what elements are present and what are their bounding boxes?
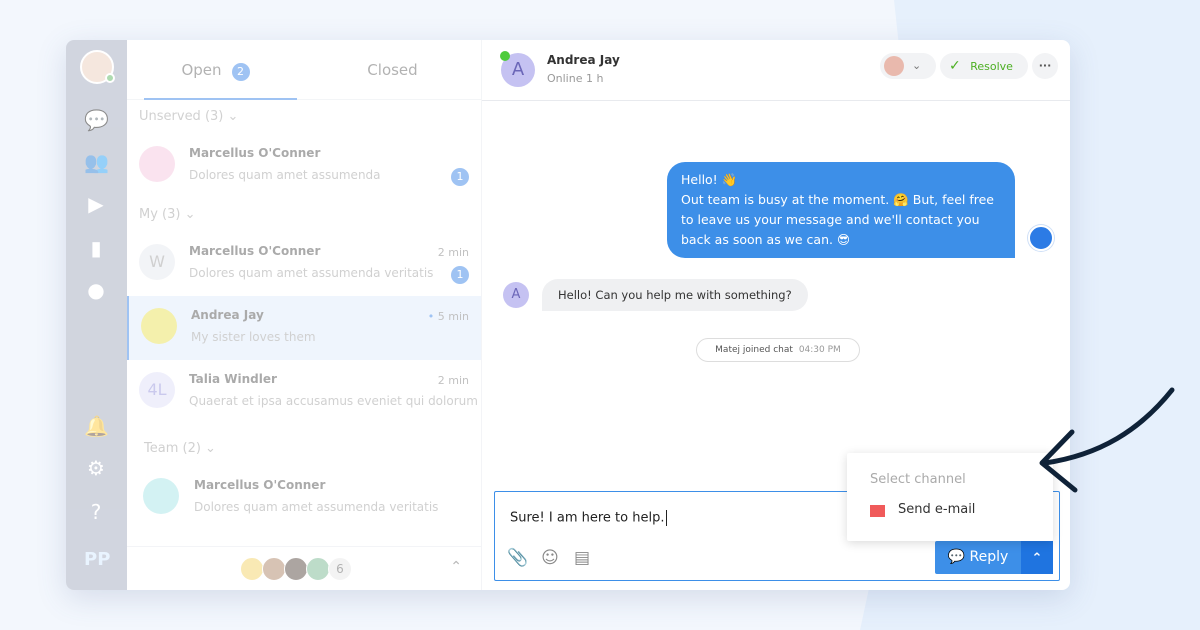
pointer-arrow (1039, 387, 1175, 493)
